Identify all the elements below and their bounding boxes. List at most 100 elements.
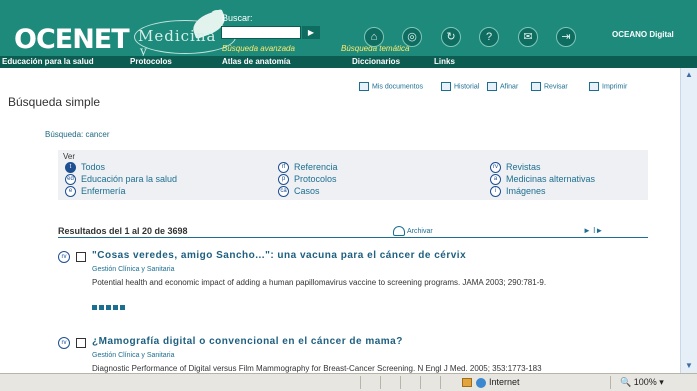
status-cell <box>610 376 611 389</box>
main-nav: Educación para la salud Protocolos Atlas… <box>0 56 697 68</box>
imagenes-icon: i <box>490 186 501 198</box>
refine-button[interactable]: Afinar <box>487 82 518 91</box>
home-icon[interactable]: ⌂ <box>364 27 384 47</box>
search-go-button[interactable]: ▶ <box>302 26 320 39</box>
revistas-icon: rv <box>58 251 70 263</box>
nav-protocolos[interactable]: Protocolos <box>130 57 172 66</box>
mail-icon[interactable]: ✉ <box>518 27 538 47</box>
magnifier-icon <box>487 82 497 91</box>
filter-enfermeria[interactable]: e Enfermería <box>65 186 126 198</box>
print-label: Imprimir <box>602 83 628 91</box>
results-summary: Resultados del 1 al 20 de 3698 <box>58 226 188 236</box>
results-header: Resultados del 1 al 20 de 3698 Archivar … <box>58 223 648 238</box>
filter-alternativas-label: Medicinas alternativas <box>506 174 596 184</box>
rating-dot <box>92 305 97 310</box>
relevance-rating <box>92 302 127 313</box>
nav-diccionarios[interactable]: Diccionarios <box>352 57 400 66</box>
scroll-down-icon[interactable]: ▼ <box>684 361 694 371</box>
filter-casos[interactable]: ca Casos <box>278 186 320 198</box>
nav-links[interactable]: Links <box>434 57 455 66</box>
nav-educacion[interactable]: Educación para la salud <box>2 57 94 66</box>
filter-panel: Ver t Todos ed Educación para la salud e En… <box>58 150 648 200</box>
filter-imagenes[interactable]: i Imágenes <box>490 186 546 198</box>
logo-sub-text-1: Medicina <box>138 27 217 45</box>
filter-educacion-label: Educación para la salud <box>81 174 178 184</box>
help-icon[interactable]: ? <box>479 27 499 47</box>
refresh-icon[interactable]: ↻ <box>441 27 461 47</box>
lock-icon <box>462 378 472 388</box>
zone-label: Internet <box>489 377 520 387</box>
refine-label: Afinar <box>500 83 519 91</box>
casos-icon: ca <box>278 186 289 198</box>
zoom-level[interactable]: 🔍 100% ▾ <box>620 377 664 388</box>
educacion-icon: ed <box>65 174 76 186</box>
review-icon <box>531 82 541 91</box>
rating-dot <box>106 305 111 310</box>
alternativas-icon: a <box>490 174 501 186</box>
filter-imagenes-label: Imágenes <box>506 186 546 196</box>
filter-referencia[interactable]: rf Referencia <box>278 162 338 174</box>
nav-atlas[interactable]: Atlas de anatomía <box>222 57 290 66</box>
filter-label: Ver <box>63 152 76 161</box>
zoom-label: 100% <box>633 377 657 387</box>
documents-icon <box>359 82 369 91</box>
review-button[interactable]: Revisar <box>531 82 568 91</box>
history-button[interactable]: Historial <box>441 82 479 91</box>
my-documents-label: Mis documentos <box>372 83 423 91</box>
filter-casos-label: Casos <box>294 186 320 196</box>
main-content: Mis documentos Historial Afinar Revisar … <box>0 68 680 373</box>
protocolos-icon: p <box>278 174 289 186</box>
archive-label: Archivar <box>407 227 433 235</box>
logo-sub-text-2: y Salud <box>140 44 148 56</box>
vertical-scrollbar[interactable]: ▲ ▼ <box>680 68 697 373</box>
globe-icon[interactable]: ◎ <box>402 27 422 47</box>
rating-dot <box>99 305 104 310</box>
oceano-digital-brand[interactable]: OCEANO Digital <box>612 30 674 39</box>
filter-alternativas[interactable]: a Medicinas alternativas <box>490 174 596 186</box>
status-cell <box>360 376 361 389</box>
search-query: Búsqueda: cancer <box>45 130 110 139</box>
search-label: Buscar: <box>222 13 253 23</box>
status-cell <box>400 376 401 389</box>
result-checkbox[interactable] <box>76 252 86 262</box>
enfermeria-icon: e <box>65 186 76 198</box>
status-cell <box>380 376 381 389</box>
filter-protocolos[interactable]: p Protocolos <box>278 174 337 186</box>
history-label: Historial <box>454 83 480 91</box>
scroll-up-icon[interactable]: ▲ <box>684 70 694 80</box>
advanced-search-link[interactable]: Búsqueda avanzada <box>222 44 295 53</box>
archive-button[interactable]: Archivar <box>393 226 433 236</box>
filter-todos-label: Todos <box>81 162 106 172</box>
globe-icon <box>476 377 486 388</box>
status-cell <box>440 376 441 389</box>
revistas-icon: rv <box>58 337 70 349</box>
result-title-link[interactable]: "Cosas veredes, amigo Sancho...": una va… <box>92 250 466 261</box>
result-description: Potential health and economic impact of … <box>92 278 547 287</box>
exit-icon[interactable]: ⇥ <box>556 27 576 47</box>
printer-icon <box>589 82 599 91</box>
revistas-icon: rv <box>490 162 501 174</box>
filter-protocolos-label: Protocolos <box>294 174 337 184</box>
result-checkbox[interactable] <box>76 338 86 348</box>
filter-revistas-label: Revistas <box>506 162 541 172</box>
logo-main-text: OCENET <box>14 24 130 55</box>
my-documents-button[interactable]: Mis documentos <box>359 82 423 91</box>
search-input[interactable] <box>221 26 301 39</box>
rating-dot <box>113 305 118 310</box>
filter-revistas[interactable]: rv Revistas <box>490 162 541 174</box>
security-zone[interactable]: Internet <box>462 377 520 388</box>
site-header: OCENET Medicina y Salud Buscar: ▶ Búsque… <box>0 0 697 56</box>
result-title-link[interactable]: ¿Mamografía digital o convencional en el… <box>92 336 403 347</box>
status-cell <box>420 376 421 389</box>
page-title: Búsqueda simple <box>8 95 101 109</box>
filter-todos[interactable]: t Todos <box>65 162 106 174</box>
filter-educacion[interactable]: ed Educación para la salud <box>65 174 178 186</box>
archive-icon <box>393 226 405 236</box>
result-description: Diagnostic Performance of Digital versus… <box>92 364 542 373</box>
browser-status-bar: Internet 🔍 100% ▾ <box>0 373 697 391</box>
print-button[interactable]: Imprimir <box>589 82 627 91</box>
review-label: Revisar <box>544 83 568 91</box>
pager-next[interactable]: ► I► <box>583 226 603 235</box>
rating-dot <box>120 305 125 310</box>
filter-referencia-label: Referencia <box>294 162 338 172</box>
